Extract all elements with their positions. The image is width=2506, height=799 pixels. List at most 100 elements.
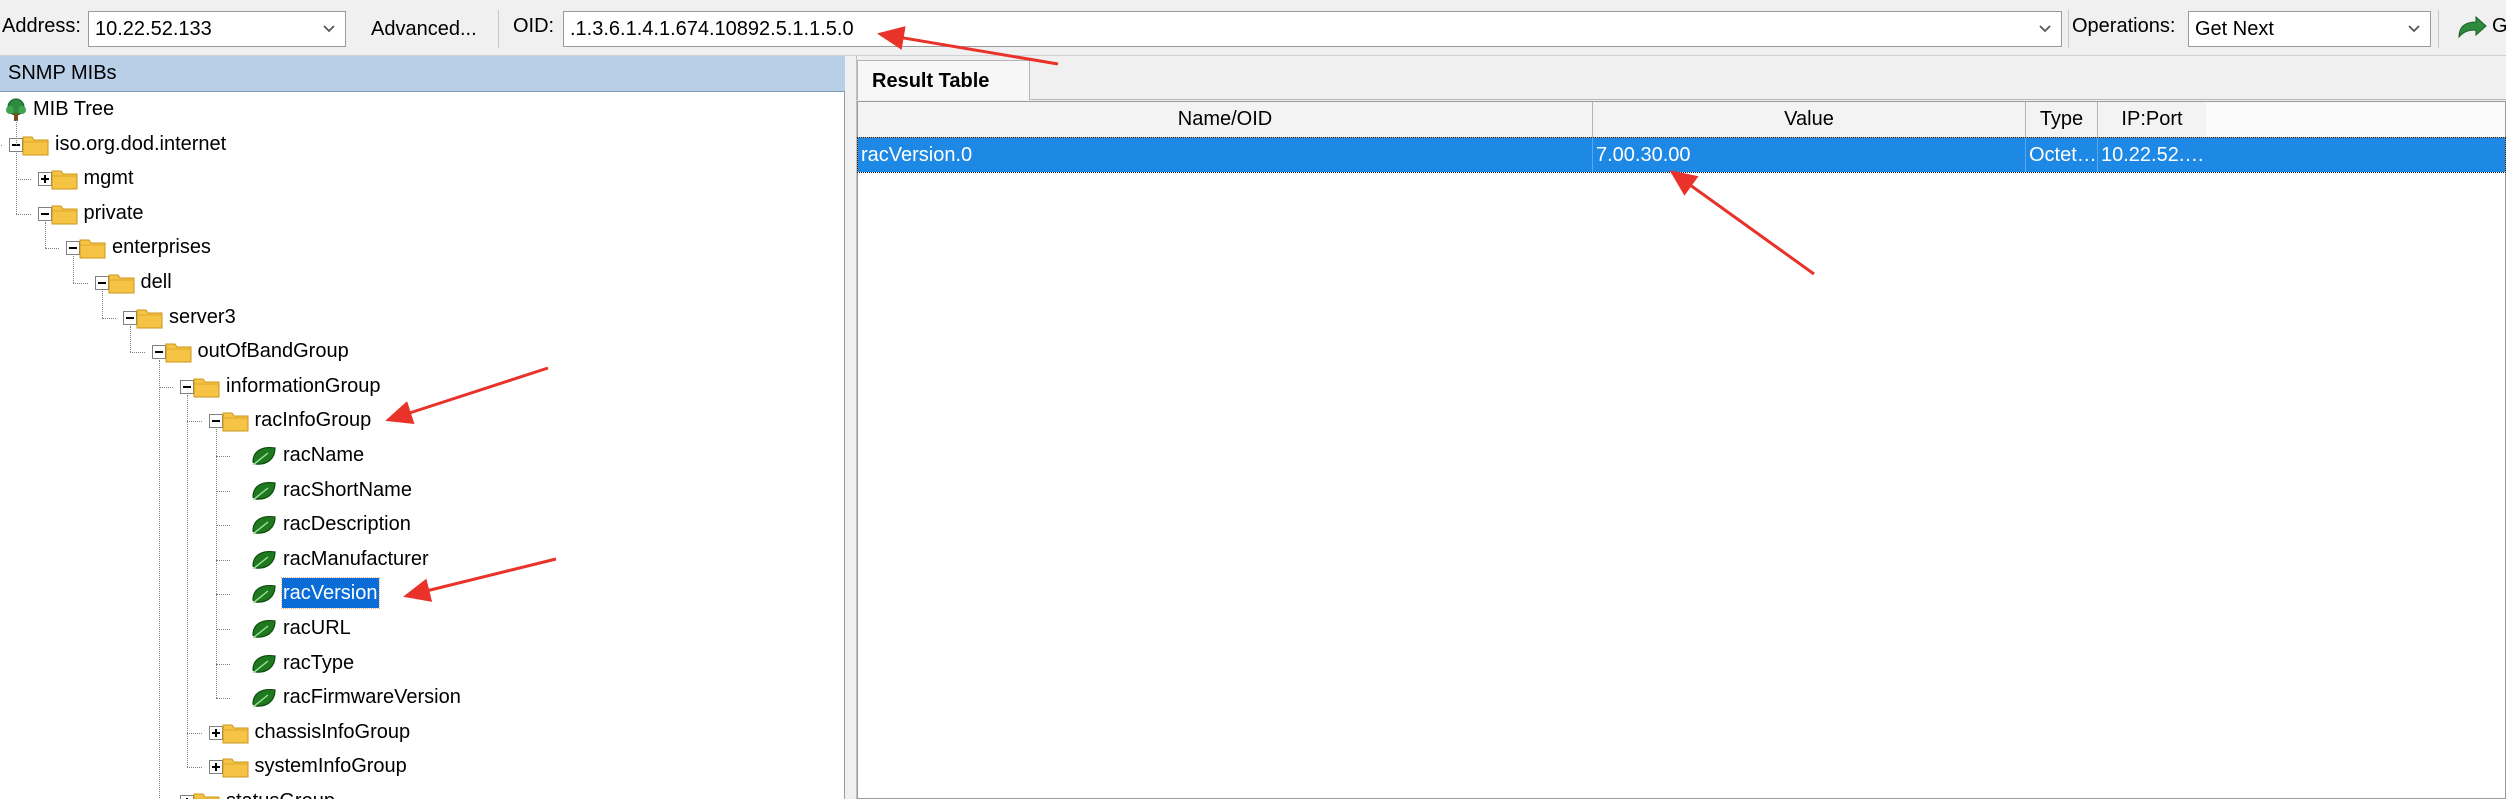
collapse-icon[interactable] (151, 345, 166, 360)
tree-node-label[interactable]: private (83, 198, 145, 228)
tree-connector (0, 144, 2, 146)
tree-node-label[interactable]: racDescription (282, 509, 412, 539)
tree-node-label[interactable]: racName (282, 440, 365, 470)
tree-connector (215, 698, 230, 700)
tree-node[interactable]: server3 (0, 302, 845, 334)
tree-node[interactable]: racDescription (0, 509, 845, 541)
tree-node-label[interactable]: racURL (282, 613, 352, 643)
collapse-icon[interactable] (66, 241, 80, 256)
tree-node[interactable]: racShortName (0, 475, 845, 507)
oid-combobox[interactable]: .1.3.6.1.4.1.674.10892.5.1.1.5.0 (563, 11, 2062, 47)
collapse-icon[interactable] (123, 310, 137, 325)
collapse-icon[interactable] (208, 414, 223, 429)
mib-tree[interactable]: MIB Tree iso.org.dod.internet mgmt private e… (0, 92, 845, 799)
column-header-type[interactable]: Type (2026, 102, 2098, 138)
tree-node[interactable]: racType (0, 648, 845, 680)
tree-node[interactable]: dell (0, 267, 845, 299)
tree-connector (44, 221, 46, 249)
tree-node-label[interactable]: server3 (168, 302, 237, 332)
tree-connector (215, 456, 230, 457)
advanced-button[interactable]: Advanced... (360, 11, 488, 47)
tree-connector (130, 325, 131, 353)
folder-icon (51, 167, 79, 191)
tree-node-label[interactable]: racManufacturer (282, 544, 430, 574)
chevron-down-icon[interactable] (2035, 12, 2055, 46)
tree-node[interactable]: racURL (0, 613, 845, 645)
tree-node-label[interactable]: iso.org.dod.internet (54, 129, 227, 159)
tree-connector (187, 421, 202, 423)
tree-node[interactable]: informationGroup (0, 371, 845, 403)
tree-connector (16, 152, 17, 214)
tree-node-label[interactable]: systemInfoGroup (254, 751, 408, 781)
expand-icon[interactable] (37, 172, 52, 187)
column-header-ip-port[interactable]: IP:Port (2098, 102, 2206, 138)
tree-node[interactable]: iso.org.dod.internet (0, 129, 845, 161)
cell-value: 7.00.30.00 (1593, 138, 2026, 172)
tree-node-label[interactable]: mgmt (83, 163, 135, 193)
column-header-name-oid[interactable]: Name/OID (858, 102, 1593, 138)
tree-node-label[interactable]: outOfBandGroup (197, 336, 350, 366)
folder-icon (222, 721, 250, 745)
toolbar-separator (498, 10, 499, 48)
table-row[interactable]: racVersion.0 7.00.30.00 OctetString 10.2… (857, 137, 2506, 173)
tree-node[interactable]: racName (0, 440, 845, 472)
oid-label: OID: (513, 15, 555, 37)
tree-connector (16, 179, 31, 181)
tree-node-label[interactable]: racShortName (282, 475, 413, 505)
tree-node[interactable]: racFirmwareVersion (0, 682, 845, 714)
tree-node[interactable]: chassisInfoGroup (0, 717, 845, 749)
tree-node-label[interactable]: racInfoGroup (254, 405, 373, 435)
tab-result-table-label: Result Table (872, 70, 990, 92)
folder-icon (79, 236, 107, 260)
leaf-icon (250, 686, 278, 710)
tree-node-label[interactable]: racFirmwareVersion (282, 682, 462, 712)
toolbar-separator (2068, 10, 2069, 48)
tree-node[interactable]: systemInfoGroup (0, 751, 845, 783)
leaf-icon (250, 548, 278, 572)
tree-node-label[interactable]: statusGroup (225, 786, 336, 799)
tree-node-label[interactable]: racType (282, 648, 355, 678)
collapse-icon[interactable] (180, 379, 194, 394)
folder-icon (165, 340, 193, 364)
tree-node[interactable]: outOfBandGroup (0, 336, 845, 368)
collapse-icon[interactable] (37, 206, 52, 221)
column-header-value[interactable]: Value (1593, 102, 2026, 138)
go-label: G (2492, 15, 2506, 37)
tree-node[interactable]: MIB Tree (0, 94, 845, 126)
tree-node[interactable]: racManufacturer (0, 544, 845, 576)
chevron-down-icon[interactable] (2404, 12, 2424, 46)
result-table: Name/OID Value Type IP:Port racVersion.0… (857, 101, 2506, 799)
operations-select[interactable]: Get Next (2188, 11, 2431, 47)
tree-node-label[interactable]: chassisInfoGroup (254, 717, 412, 747)
collapse-icon[interactable] (94, 276, 109, 290)
tree-node-label[interactable]: informationGroup (225, 371, 382, 401)
tree-node[interactable]: racVersion (0, 577, 845, 610)
cell-type: OctetString (2026, 138, 2098, 172)
tree-node-label[interactable]: MIB Tree (32, 94, 115, 124)
address-combobox[interactable]: 10.22.52.133 (88, 11, 346, 47)
expand-icon[interactable] (180, 795, 194, 799)
expand-icon[interactable] (208, 725, 223, 740)
tree-node[interactable]: racInfoGroup (0, 405, 845, 437)
tab-result-table[interactable]: Result Table (857, 60, 1030, 100)
tree-connector (215, 490, 230, 492)
tree-node-label[interactable]: dell (140, 267, 173, 297)
expand-icon[interactable] (208, 760, 223, 775)
tree-connector (187, 394, 188, 768)
tree-node-label[interactable]: racVersion (281, 577, 380, 610)
chevron-down-icon[interactable] (319, 12, 339, 46)
tree-node[interactable]: mgmt (0, 163, 845, 195)
oid-value: .1.3.6.1.4.1.674.10892.5.1.1.5.0 (570, 18, 854, 40)
tree-connector (215, 629, 230, 630)
address-value: 10.22.52.133 (95, 18, 212, 40)
tree-node[interactable]: enterprises (0, 232, 845, 264)
tree-connector (215, 594, 230, 596)
panel-splitter[interactable] (845, 56, 857, 799)
tree-connector (44, 248, 59, 250)
operations-label: Operations: (2072, 15, 2176, 37)
tab-divider (1030, 99, 2506, 100)
tree-node-label[interactable]: enterprises (111, 232, 212, 262)
tree-node[interactable]: private (0, 198, 845, 230)
tree-connector (215, 559, 230, 561)
tree-node[interactable]: statusGroup (0, 786, 845, 799)
